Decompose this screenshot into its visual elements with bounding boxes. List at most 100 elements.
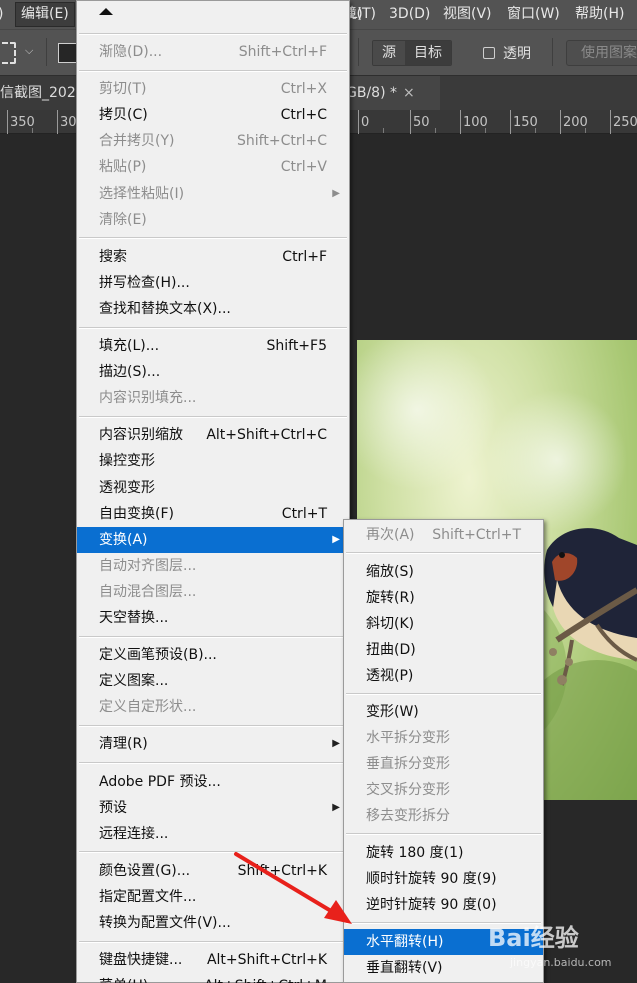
menu-item-3d[interactable]: 3D(D)	[389, 0, 430, 29]
menu-item-label: 剪切(T)	[99, 81, 147, 98]
transform-menu-item: 交叉拆分变形	[344, 777, 543, 803]
menu-item-help[interactable]: 帮助(H)	[575, 0, 624, 29]
transform-menu-item[interactable]: 旋转(R)	[344, 585, 543, 611]
menu-item-label: 再次(A)	[366, 527, 415, 543]
menu-item-label: Adobe PDF 预设...	[99, 773, 221, 790]
edit-menu-item[interactable]: 填充(L)... Shift+F5	[77, 333, 349, 359]
transform-menu-item[interactable]: 缩放(S)	[344, 559, 543, 585]
menu-item-label: 斜切(K)	[366, 615, 415, 632]
source-target-toggle: 源 目标	[372, 40, 452, 66]
submenu-arrow-icon: ▶	[332, 801, 340, 813]
transform-menu-item: 再次(A) Shift+Ctrl+T	[344, 522, 543, 548]
menu-item-label: 变换(A)	[99, 531, 148, 548]
transform-menu-item[interactable]: 顺时针旋转 90 度(9)	[344, 866, 543, 892]
menu-item-label: 内容识别缩放	[99, 427, 183, 444]
edit-menu-item[interactable]: 描边(S)...	[77, 359, 349, 385]
edit-menu-item[interactable]: Adobe PDF 预设...	[77, 769, 349, 795]
menu-separator	[346, 692, 541, 695]
menu-item-image[interactable]: )	[0, 0, 3, 29]
divider	[358, 38, 359, 66]
menu-item-shortcut: Ctrl+V	[280, 159, 327, 176]
edit-menu-item[interactable]: 透视变形	[77, 475, 349, 501]
edit-menu-item[interactable]: 定义图案...	[77, 668, 349, 694]
scroll-up-button[interactable]	[77, 2, 349, 28]
edit-menu-item: 自动对齐图层...	[77, 553, 349, 579]
menu-item-label: 垂直翻转(V)	[366, 959, 443, 976]
selection-mode-icon[interactable]	[58, 43, 78, 63]
menu-separator	[346, 552, 541, 555]
menu-separator	[79, 724, 347, 727]
chevron-down-icon[interactable]: ⌵	[25, 44, 33, 58]
menu-item-shortcut: Alt+Shift+Ctrl+K	[206, 952, 327, 969]
transparent-checkbox[interactable]	[483, 47, 495, 59]
edit-menu-item[interactable]: 内容识别缩放 Alt+Shift+Ctrl+C	[77, 422, 349, 448]
menu-item-label: 搜索	[99, 248, 127, 265]
menu-item-label: 菜单(U)...	[99, 973, 162, 983]
menu-separator	[79, 940, 347, 943]
menu-item-label: 查找和替换文本(X)...	[99, 300, 231, 317]
menu-separator	[79, 415, 347, 418]
edit-menu-item[interactable]: 键盘快捷键... Alt+Shift+Ctrl+K	[77, 947, 349, 973]
edit-menu-item: 清除(E)	[77, 207, 349, 233]
edit-menu-item: 自动混合图层...	[77, 579, 349, 605]
menu-separator	[79, 326, 347, 329]
annotation-arrow-icon	[234, 852, 352, 924]
edit-menu-item[interactable]: 拷贝(C) Ctrl+C	[77, 102, 349, 128]
ruler-label: 50	[413, 115, 430, 130]
ruler-label: 0	[361, 115, 370, 130]
edit-menu-item: 选择性粘贴(I) ▶	[77, 181, 349, 207]
menu-item-label: 清理(R)	[99, 736, 148, 753]
menu-item-label: 远程连接...	[99, 825, 169, 842]
transform-menu-item[interactable]: 透视(P)	[344, 663, 543, 689]
menu-item-label: 旋转 180 度(1)	[366, 844, 464, 861]
menu-item-label: 合并拷贝(Y)	[99, 133, 175, 150]
menu-item-label: 自由变换(F)	[99, 505, 174, 522]
menu-item-label: 操控变形	[99, 453, 155, 470]
edit-menu-item[interactable]: 预设 ▶	[77, 795, 349, 821]
close-icon[interactable]: ×	[403, 85, 415, 101]
menu-item-view[interactable]: 视图(V)	[443, 0, 492, 29]
target-button[interactable]: 目标	[405, 41, 451, 65]
menu-item-label: 垂直拆分变形	[366, 756, 450, 773]
menu-item-label: 扭曲(D)	[366, 641, 416, 658]
menu-item-label: 交叉拆分变形	[366, 782, 450, 799]
transform-menu-item[interactable]: 变形(W)	[344, 699, 543, 725]
document-tab-active[interactable]: GB/8) * ×	[340, 76, 440, 111]
submenu-arrow-icon: ▶	[332, 187, 340, 199]
scroll-up-icon	[99, 8, 113, 15]
ruler-label: 30	[60, 115, 77, 130]
edit-menu-item[interactable]: 天空替换...	[77, 605, 349, 631]
edit-menu-item[interactable]: 清理(R) ▶	[77, 731, 349, 757]
edit-menu-item[interactable]: 菜单(U)... Alt+Shift+Ctrl+M	[77, 973, 349, 983]
transform-menu-item[interactable]: 扭曲(D)	[344, 637, 543, 663]
edit-menu-item[interactable]: 远程连接...	[77, 821, 349, 847]
menu-item-edit[interactable]: 编辑(E)	[15, 2, 75, 27]
patch-tool-icon[interactable]	[0, 42, 16, 64]
edit-menu-item[interactable]: 操控变形	[77, 448, 349, 474]
menu-item-label: 指定配置文件...	[99, 888, 197, 905]
menu-item-window[interactable]: 窗口(W)	[507, 0, 560, 29]
edit-menu-item[interactable]: 查找和替换文本(X)...	[77, 296, 349, 322]
menu-item-label: 天空替换...	[99, 610, 169, 626]
use-pattern-button[interactable]: 使用图案	[566, 40, 637, 66]
menu-item-label: 缩放(S)	[366, 563, 414, 580]
source-button[interactable]: 源	[373, 41, 405, 65]
transform-menu-item[interactable]: 斜切(K)	[344, 611, 543, 637]
edit-menu-item[interactable]: 变换(A) ▶	[77, 526, 349, 553]
menu-item-label: 转换为配置文件(V)...	[99, 915, 231, 931]
watermark-text: Bai经验	[488, 924, 579, 952]
document-tab[interactable]: 信截图_2021	[0, 76, 80, 111]
divider	[46, 38, 47, 66]
edit-menu-item[interactable]: 自由变换(F) Ctrl+T	[77, 501, 349, 527]
menu-item-label: 自动混合图层...	[99, 583, 197, 600]
submenu-arrow-icon: ▶	[332, 738, 340, 750]
menu-item-shortcut: Alt+Shift+Ctrl+C	[206, 427, 327, 444]
edit-menu-item[interactable]: 定义画笔预设(B)...	[77, 642, 349, 668]
menu-item-label: 拷贝(C)	[99, 107, 148, 124]
edit-menu-item[interactable]: 搜索 Ctrl+F	[77, 244, 349, 270]
menu-item-label: 透视变形	[99, 479, 155, 496]
menu-item-label: 粘贴(P)	[99, 159, 147, 176]
edit-menu-item[interactable]: 拼写检查(H)...	[77, 270, 349, 296]
transform-menu-item[interactable]: 旋转 180 度(1)	[344, 840, 543, 866]
edit-menu-item: 渐隐(D)... Shift+Ctrl+F	[77, 39, 349, 65]
